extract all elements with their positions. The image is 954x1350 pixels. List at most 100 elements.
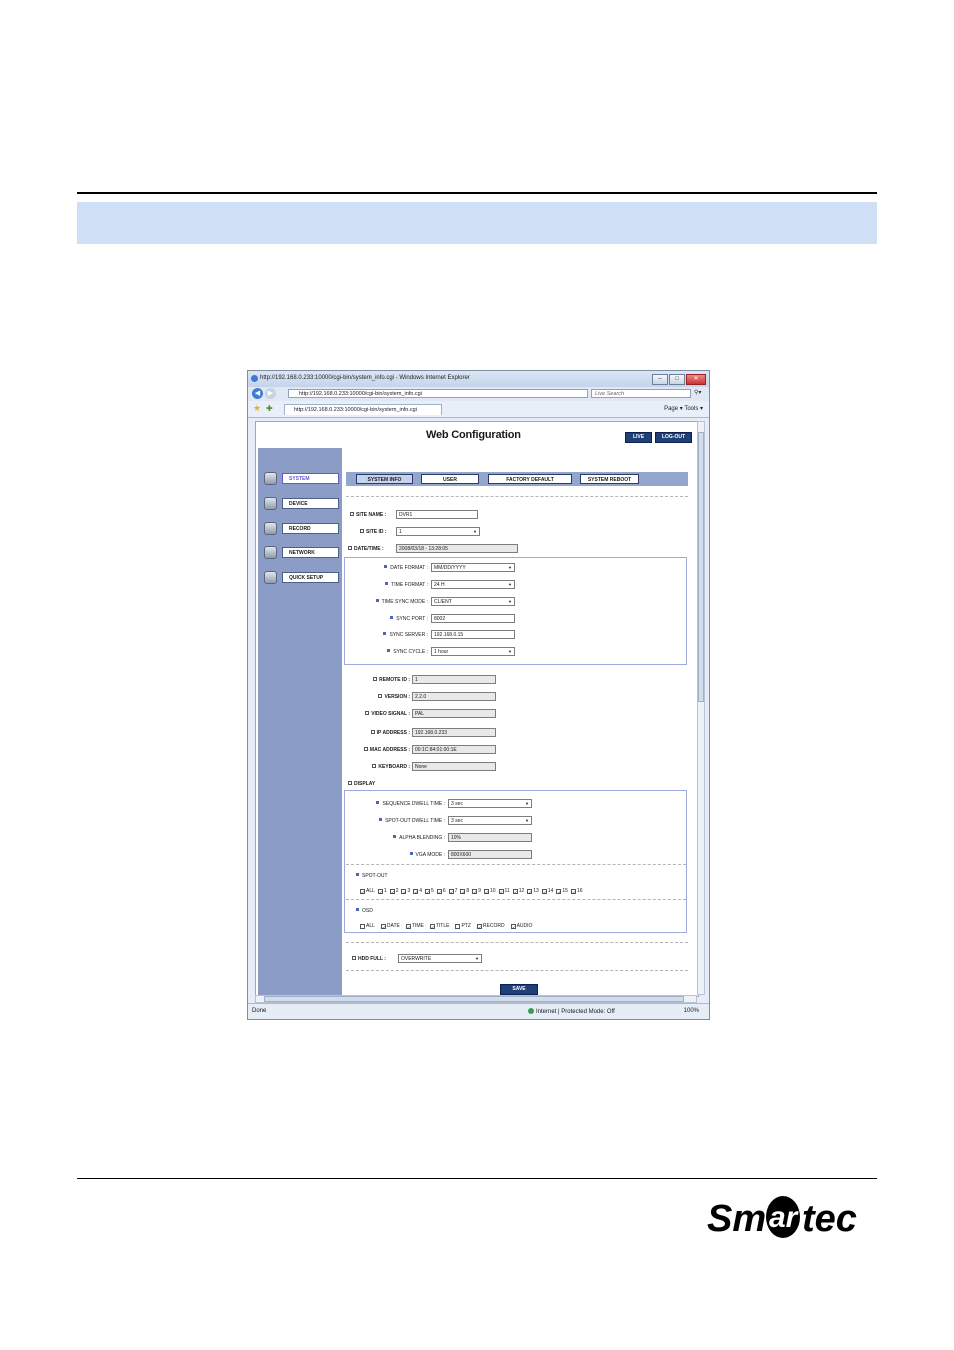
checkbox-box[interactable]: ✓ [377,888,383,895]
sidebar-item-quick-setup[interactable]: QUICK SETUP [263,571,339,585]
tab-factory-default[interactable]: FACTORY DEFAULT [488,474,572,484]
command-bar[interactable]: Page ▾ Tools ▾ [664,405,703,412]
sidebar-item-label[interactable]: DEVICE [282,498,339,509]
spotout-checkbox[interactable]: ✓ 4 [413,888,422,895]
checkbox-label: TITLE [435,923,450,929]
osd-checkbox[interactable]: ✓ AUDIO [510,923,532,930]
checkbox-box[interactable]: ✓ [380,923,386,930]
ie-icon [251,375,258,382]
sidebar-item-label[interactable]: SYSTEM [282,473,339,484]
spotout-checkbox[interactable]: ✓ 8 [460,888,469,895]
vertical-scrollbar[interactable] [697,421,705,995]
checkbox-box[interactable]: ✓ [425,888,431,895]
spotout-checkbox[interactable]: ✓ 10 [483,888,496,895]
checkbox-box[interactable]: ✓ [436,888,442,895]
logout-button[interactable]: LOG-OUT [655,432,692,443]
checkbox-box[interactable]: ✓ [472,888,478,895]
checkbox-box[interactable]: ✓ [498,888,504,895]
checkbox-box[interactable]: ✓ [556,888,562,895]
tab-system-reboot[interactable]: SYSTEM REBOOT [580,474,639,484]
scroll-thumb[interactable] [698,432,704,702]
spotout-checkbox[interactable]: ✓ 12 [512,888,524,895]
spotout-checkbox[interactable]: ✓ 15 [556,888,568,895]
time-format-select[interactable]: 24 H ▼ [431,580,515,589]
spotout-checkbox[interactable]: ✓ ALL [360,888,375,895]
checkbox-box[interactable]: ✓ [413,888,419,895]
sidebar-item-label[interactable]: RECORD [282,523,339,534]
spotout-checkbox[interactable]: ✓ 1 [377,888,387,895]
close-button[interactable]: ✕ [686,374,706,385]
checkbox-box[interactable]: ✓ [476,923,482,930]
checkbox-box[interactable]: ✓ [460,888,466,895]
favorites-star-icon[interactable]: ★ [253,404,261,413]
sidebar-item-device[interactable]: DEVICE [263,497,339,511]
site-name-input[interactable]: DVR1 [396,510,478,519]
spotout-checkbox[interactable]: ✓ 16 [570,888,583,895]
vga-mode-field[interactable]: 800X600 [448,850,532,859]
minimize-button[interactable]: – [652,374,668,385]
sync-port-label: SYNC PORT : [352,616,428,622]
horizontal-scrollbar[interactable] [255,995,697,1003]
alpha-blending-field[interactable]: 10% [448,833,532,842]
scroll-thumb[interactable] [264,996,684,1002]
checkbox-box[interactable]: ✓ [448,888,454,895]
spotout-checkbox[interactable]: ✓ 9 [472,888,481,895]
osd-checkbox[interactable]: ✓ RECORD [476,923,505,930]
osd-checkbox[interactable]: ✓ TITLE [429,923,450,930]
forward-icon[interactable]: ▶ [265,388,276,399]
spotout-checkbox[interactable]: ✓ 14 [541,888,553,895]
address-input[interactable]: http://192.168.0.233:10000/cgi-bin/syste… [288,389,588,398]
spotout-checkbox[interactable]: ✓ 13 [527,888,539,895]
spotout-checkbox[interactable]: ✓ 7 [448,888,457,895]
sync-port-input[interactable]: 8002 [431,614,515,623]
date-format-select[interactable]: MM/DD/YYYY ▼ [431,563,515,572]
hdd-full-select[interactable]: OVERWRITE ▼ [398,954,482,963]
sidebar-item-system[interactable]: SYSTEM [263,472,339,486]
checkbox-box[interactable]: ✓ [541,888,547,895]
sync-cycle-select[interactable]: 1 hour ▼ [431,647,515,656]
search-input[interactable]: Live Search [591,389,691,398]
checkbox-box[interactable]: ✓ [401,888,407,895]
sidebar-item-network[interactable]: NETWORK [263,546,339,560]
osd-checkbox[interactable]: ALL [360,923,375,929]
time-sync-mode-select[interactable]: CLIENT ▼ [431,597,515,606]
spotout-checkbox[interactable]: ✓ 6 [436,888,446,895]
browser-tab[interactable]: http://192.168.0.233:10000/cgi-bin/syste… [284,404,442,415]
spotout-dwell-select[interactable]: 3 sec ▼ [448,816,532,825]
osd-checkbox[interactable]: ✓ DATE [380,923,400,930]
osd-checkbox[interactable]: ✓ TIME [405,923,424,930]
osd-checkbox[interactable]: PTZ [455,923,471,929]
spotout-checkbox[interactable]: ✓ 11 [498,888,510,895]
checkbox-box[interactable]: ✓ [570,888,576,895]
sidebar-item-record[interactable]: RECORD [263,522,339,536]
checkbox-box[interactable] [360,923,365,929]
checkbox-box[interactable]: ✓ [510,923,516,930]
checkbox-box[interactable]: ✓ [429,923,435,930]
tab-system-info[interactable]: SYSTEM INFO [356,474,413,484]
sequence-dwell-select[interactable]: 3 sec ▼ [448,799,532,808]
spotout-checkbox[interactable]: ✓ 3 [401,888,410,895]
live-button[interactable]: LIVE [625,432,652,443]
maximize-button[interactable]: □ [669,374,685,385]
checkbox-box[interactable]: ✓ [405,923,411,930]
back-icon[interactable]: ◀ [252,388,263,399]
sidebar-item-label[interactable]: NETWORK [282,547,339,558]
checkbox-box[interactable]: ✓ [360,888,365,895]
zoom-level[interactable]: 100% [684,1008,699,1014]
checkbox-box[interactable]: ✓ [483,888,489,895]
title-bar[interactable]: http://192.168.0.233:10000/cgi-bin/syste… [248,371,709,387]
checkbox-box[interactable]: ✓ [527,888,533,895]
spotout-checkbox[interactable]: ✓ 5 [425,888,434,895]
tab-user[interactable]: USER [421,474,479,484]
add-favorite-icon[interactable]: ✚ [266,404,273,413]
checkbox-box[interactable] [455,923,461,929]
save-button[interactable]: SAVE [500,984,538,995]
sidebar-item-label[interactable]: QUICK SETUP [282,572,339,583]
security-zone: Internet | Protected Mode: Off [528,1008,615,1015]
sync-server-input[interactable]: 192.168.0.15 [431,630,515,639]
checkbox-box[interactable]: ✓ [389,888,395,895]
checkbox-box[interactable]: ✓ [512,888,518,895]
spotout-checkbox[interactable]: ✓ 2 [389,888,398,895]
site-id-select[interactable]: 1 ▼ [396,527,480,536]
search-icon[interactable]: ⚲▾ [694,389,701,396]
